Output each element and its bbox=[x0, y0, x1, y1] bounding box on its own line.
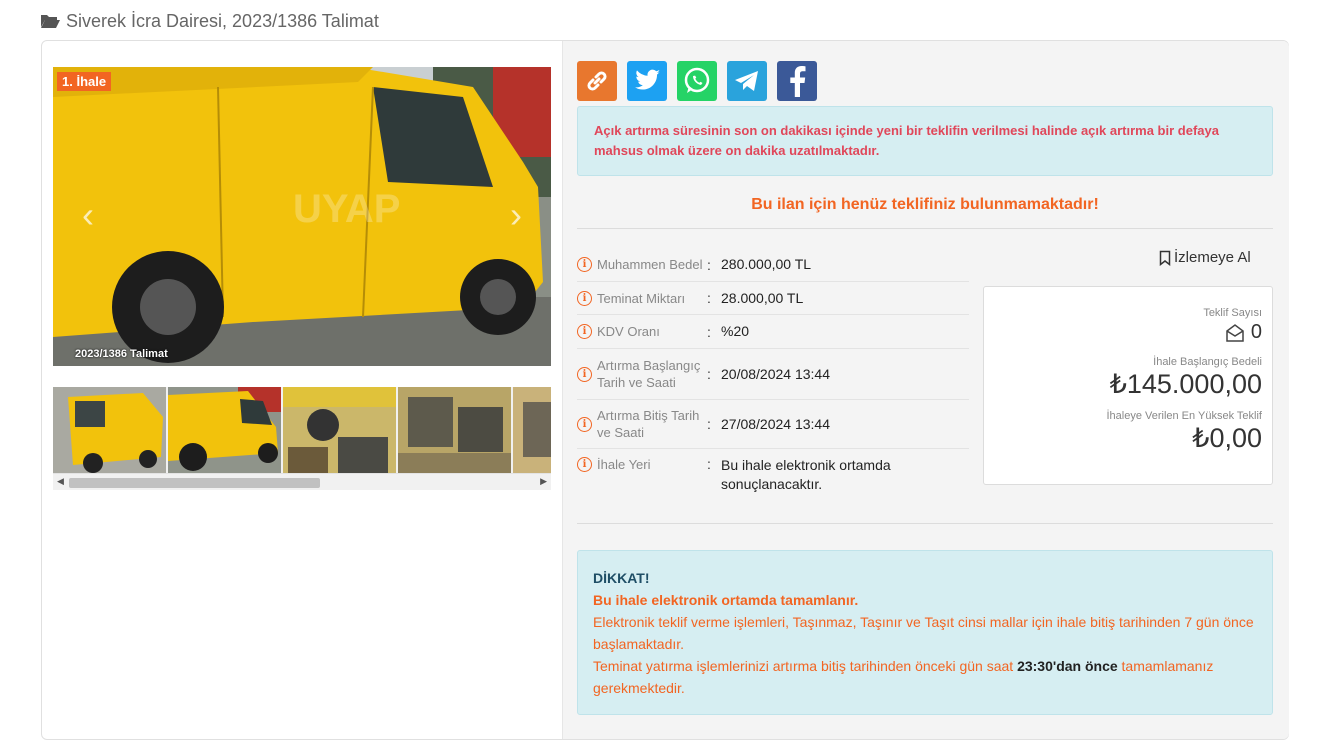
warning-line-2-start: Teminat yatırma işlemlerinizi artırma bi… bbox=[593, 658, 1018, 674]
share-twitter-button[interactable] bbox=[627, 61, 667, 101]
start-price-label: İhale Başlangıç Bedeli bbox=[1153, 356, 1262, 368]
scroll-right-icon[interactable]: ▶ bbox=[540, 476, 547, 487]
warning-line-2: Teminat yatırma işlemlerinizi artırma bi… bbox=[593, 655, 1257, 699]
copy-link-button[interactable] bbox=[577, 61, 617, 101]
info-value: Bu ihale elektronik ortamda sonuçlanacak… bbox=[721, 457, 891, 492]
info-row: i Muhammen Bedel : 280.000,00 TL bbox=[577, 248, 969, 282]
van-photo: UYAP bbox=[53, 67, 551, 366]
page-title: Siverek İcra Dairesi, 2023/1386 Talimat bbox=[40, 8, 379, 34]
telegram-icon bbox=[735, 71, 758, 91]
info-row: i Artırma Bitiş Tarih ve Saati : 27/08/20… bbox=[577, 400, 969, 449]
watch-button[interactable]: İzlemeye Al bbox=[1159, 249, 1251, 266]
scrollbar-thumb[interactable] bbox=[69, 478, 320, 488]
thumbnail[interactable] bbox=[168, 387, 281, 473]
warning-heading: DİKKAT! bbox=[593, 570, 650, 586]
info-icon: i bbox=[577, 366, 592, 382]
next-photo-button[interactable]: › bbox=[501, 195, 531, 235]
info-value: 20/08/2024 13:44 bbox=[721, 365, 830, 382]
gallery-panel: UYAP 1. İhale 2023/1386 Talimat ‹ › ◀ ▶ bbox=[42, 41, 562, 739]
page-title-text: Siverek İcra Dairesi, 2023/1386 Talimat bbox=[66, 10, 379, 31]
warning-deadline: 23:30'dan önce bbox=[1017, 658, 1118, 674]
extension-notice: Açık artırma süresinin son on dakikası i… bbox=[577, 106, 1273, 176]
auction-card: UYAP 1. İhale 2023/1386 Talimat ‹ › ◀ ▶ … bbox=[41, 40, 1289, 740]
thumbnail-strip: ◀ ▶ bbox=[53, 387, 551, 490]
info-value: %20 bbox=[721, 323, 750, 339]
offer-count-label: Teklif Sayısı bbox=[1203, 307, 1262, 319]
main-photo[interactable]: UYAP 1. İhale 2023/1386 Talimat ‹ › bbox=[53, 67, 551, 366]
info-label: İhale Yeri bbox=[597, 457, 651, 472]
facebook-icon bbox=[790, 66, 806, 97]
offer-count: 0 bbox=[1250, 321, 1262, 343]
share-buttons bbox=[577, 61, 817, 101]
highest-offer: ₺0,00 bbox=[1192, 423, 1262, 453]
previous-photo-button[interactable]: ‹ bbox=[73, 195, 103, 235]
thumbnail[interactable] bbox=[53, 387, 166, 473]
divider bbox=[577, 523, 1273, 524]
twitter-icon bbox=[635, 69, 660, 90]
info-label: Artırma Bitiş Tarih ve Saati bbox=[597, 408, 700, 440]
divider bbox=[577, 228, 1273, 229]
details-panel: Açık artırma süresinin son on dakikası i… bbox=[562, 41, 1289, 739]
share-facebook-button[interactable] bbox=[777, 61, 817, 101]
no-offer-message: Bu ilan için henüz teklifiniz bulunmamak… bbox=[751, 196, 1099, 213]
share-whatsapp-button[interactable] bbox=[677, 61, 717, 101]
photo-caption: 2023/1386 Talimat bbox=[75, 348, 168, 360]
info-value: 280.000,00 TL bbox=[721, 256, 812, 272]
info-label: Artırma Başlangıç Tarih ve Saati bbox=[597, 358, 701, 390]
bookmark-icon bbox=[1159, 250, 1171, 266]
whatsapp-icon bbox=[684, 67, 710, 93]
scroll-left-icon[interactable]: ◀ bbox=[57, 476, 64, 487]
info-icon: i bbox=[577, 416, 592, 432]
info-row: i Artırma Başlangıç Tarih ve Saati : 20/0… bbox=[577, 349, 969, 400]
auction-round-badge: 1. İhale bbox=[57, 72, 112, 91]
info-icon: i bbox=[577, 324, 592, 339]
info-icon: i bbox=[577, 457, 592, 472]
link-icon bbox=[587, 71, 607, 91]
svg-text:UYAP: UYAP bbox=[293, 187, 400, 231]
thumbnail-scrollbar[interactable]: ◀ ▶ bbox=[53, 473, 551, 490]
info-value: 28.000,00 TL bbox=[721, 289, 804, 306]
watch-label: İzlemeye Al bbox=[1174, 249, 1251, 266]
info-label: Teminat Miktarı bbox=[597, 290, 686, 306]
warning-bold-line: Bu ihale elektronik ortamda tamamlanır. bbox=[593, 592, 859, 608]
start-price: ₺145.000,00 bbox=[1109, 369, 1262, 399]
auction-stats-box: Teklif Sayısı 0 İhale Başlangıç Bedeli ₺… bbox=[983, 286, 1273, 485]
info-row: i Teminat Miktarı : 28.000,00 TL bbox=[577, 282, 969, 315]
envelope-open-icon bbox=[1226, 323, 1244, 342]
info-icon: i bbox=[577, 257, 592, 272]
info-row: i İhale Yeri : Bu ihale elektronik ortamd… bbox=[577, 449, 969, 494]
highest-offer-label: İhaleye Verilen En Yüksek Teklif bbox=[1106, 410, 1262, 422]
info-value: 27/08/2024 13:44 bbox=[721, 415, 830, 432]
folder-open-icon bbox=[41, 15, 60, 28]
info-label: Muhammen Bedel bbox=[597, 257, 703, 272]
share-telegram-button[interactable] bbox=[727, 61, 767, 101]
info-label: KDV Oranı bbox=[597, 324, 660, 339]
info-icon: i bbox=[577, 290, 592, 306]
thumbnail[interactable] bbox=[283, 387, 396, 473]
warning-line-1: Elektronik teklif verme işlemleri, Taşın… bbox=[593, 614, 1254, 652]
auction-info-table: i Muhammen Bedel : 280.000,00 TL i Teminat… bbox=[577, 248, 969, 494]
warning-notice: DİKKAT! Bu ihale elektronik ortamda tama… bbox=[577, 550, 1273, 715]
info-row: i KDV Oranı : %20 bbox=[577, 315, 969, 349]
thumbnail[interactable] bbox=[398, 387, 511, 473]
thumbnail[interactable] bbox=[513, 387, 551, 473]
